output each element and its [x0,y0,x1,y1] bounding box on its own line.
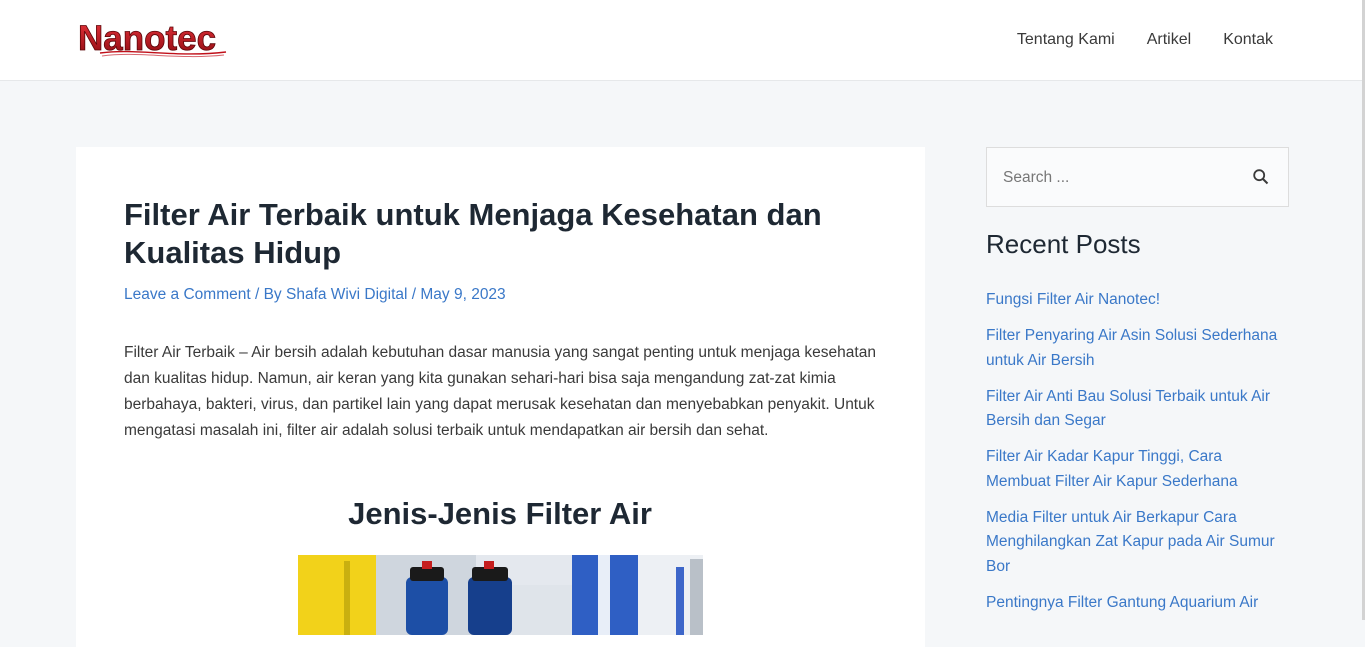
section-heading: Jenis-Jenis Filter Air [348,496,652,531]
logo-image: Nanotec [78,19,227,58]
list-item: Pentingnya Filter Gantung Aquarium Air [986,591,1289,615]
meta-separator: / [250,286,264,303]
article-card: Filter Air Terbaik untuk Menjaga Kesehat… [76,147,925,647]
recent-post-link[interactable]: Pentingnya Filter Gantung Aquarium Air [986,594,1258,611]
recent-post-link[interactable]: Filter Penyaring Air Asin Solusi Sederha… [986,327,1277,368]
post-date-link[interactable]: May 9, 2023 [420,286,505,303]
leave-comment-link[interactable]: Leave a Comment [124,286,251,303]
article-meta: Leave a Comment / By Shafa Wivi Digital … [124,286,506,304]
list-item: Fungsi Filter Air Nanotec! [986,288,1289,312]
nav-link-tentang-kami[interactable]: Tentang Kami [1017,30,1115,50]
search-form [986,147,1289,207]
site-header: Nanotec Tentang Kami Artikel Kontak [0,0,1365,81]
list-item: Filter Penyaring Air Asin Solusi Sederha… [986,324,1289,373]
site-logo[interactable]: Nanotec [76,14,228,58]
recent-post-link[interactable]: Fungsi Filter Air Nanotec! [986,291,1160,308]
list-item: Media Filter untuk Air Berkapur Cara Men… [986,506,1289,579]
recent-posts-heading: Recent Posts [986,229,1141,259]
list-item: Filter Air Anti Bau Solusi Terbaik untuk… [986,385,1289,434]
nav-link-artikel[interactable]: Artikel [1147,30,1191,50]
list-item: Filter Air Kadar Kapur Tinggi, Cara Memb… [986,445,1289,494]
search-input[interactable] [1001,166,1245,190]
main-nav: Tentang Kami Artikel Kontak [1017,30,1273,50]
recent-post-link[interactable]: Media Filter untuk Air Berkapur Cara Men… [986,509,1275,575]
nav-link-kontak[interactable]: Kontak [1223,30,1273,50]
recent-post-link[interactable]: Filter Air Anti Bau Solusi Terbaik untuk… [986,388,1270,429]
water-filter-image [298,555,703,635]
author-link[interactable]: Shafa Wivi Digital [286,286,407,303]
article-title: Filter Air Terbaik untuk Menjaga Kesehat… [124,197,822,270]
search-button[interactable] [1252,168,1270,186]
meta-by-label: By [263,286,286,303]
meta-separator: / [407,286,421,303]
search-icon [1253,169,1269,185]
recent-post-link[interactable]: Filter Air Kadar Kapur Tinggi, Cara Memb… [986,448,1238,489]
article-intro: Filter Air Terbaik – Air bersih adalah k… [124,344,876,439]
recent-posts-list: Fungsi Filter Air Nanotec! Filter Penyar… [986,288,1289,627]
